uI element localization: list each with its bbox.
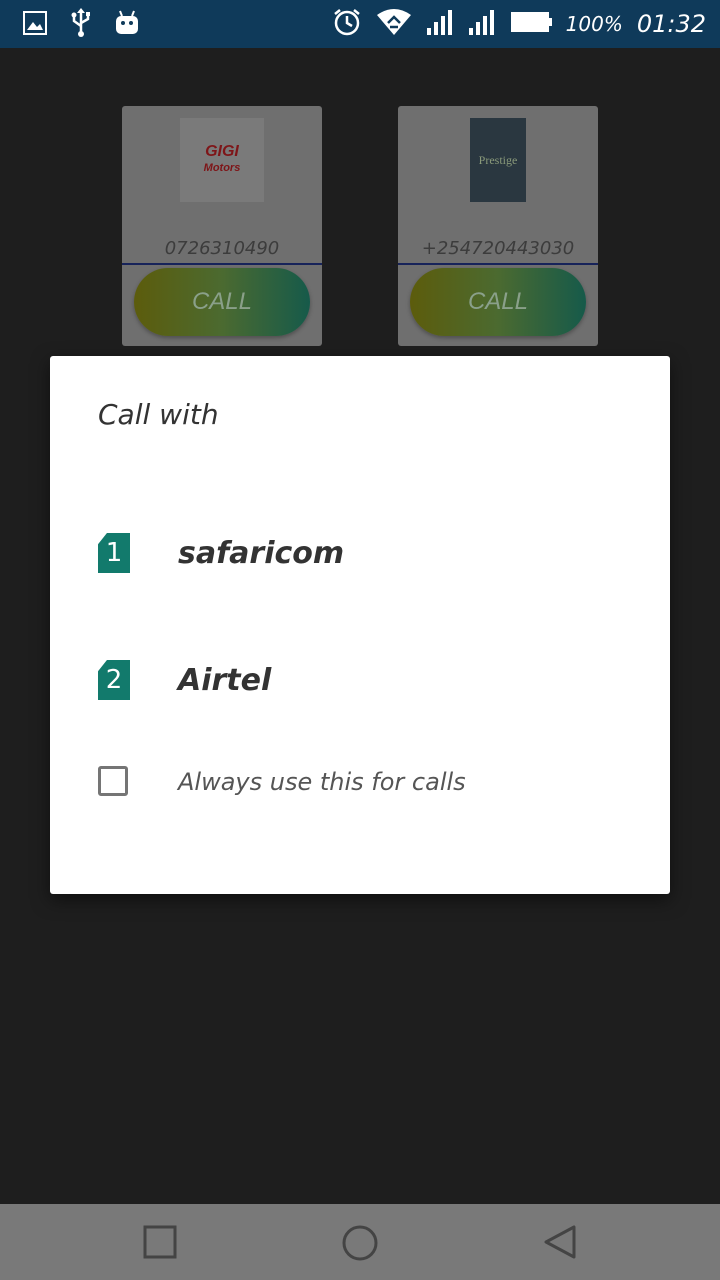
phone-number: +254720443030 (421, 238, 575, 259)
status-bar-left (22, 8, 140, 42)
contact-card: Prestige +254720443030 CALL (398, 106, 598, 346)
usb-icon (70, 8, 92, 42)
company-logo: GIGI Motors (180, 118, 264, 202)
image-icon (22, 10, 48, 40)
call-button[interactable]: CALL (410, 268, 586, 336)
sim-option-safaricom[interactable]: 1 safaricom (50, 508, 670, 598)
battery-icon (510, 11, 552, 37)
sim-option-label: Airtel (178, 662, 272, 698)
call-button[interactable]: CALL (134, 268, 310, 336)
divider (122, 263, 322, 265)
status-bar-right: 100% 01:32 (332, 6, 706, 42)
clock: 01:32 (636, 10, 706, 38)
contact-card: GIGI Motors 0726310490 CALL (122, 106, 322, 346)
dialog-title: Call with (98, 398, 219, 431)
home-icon[interactable] (341, 1224, 378, 1261)
always-use-label[interactable]: Always use this for calls (178, 768, 466, 796)
wifi-icon (376, 7, 412, 41)
sim-2-icon: 2 (98, 660, 130, 700)
battery-percent: 100% (565, 12, 623, 36)
sim-1-icon: 1 (98, 533, 130, 573)
always-use-checkbox[interactable] (98, 766, 128, 796)
divider (398, 263, 598, 265)
navigation-bar (0, 1204, 720, 1280)
status-bar: 100% 01:32 (0, 0, 720, 48)
company-logo: Prestige (470, 118, 526, 202)
back-icon[interactable] (542, 1224, 578, 1260)
android-icon (114, 10, 140, 40)
sim-option-label: safaricom (178, 535, 345, 571)
phone-number: 0726310490 (164, 238, 280, 259)
signal-icon (426, 8, 454, 40)
call-with-dialog: Call with 1 safaricom 2 Airtel Always us… (50, 356, 670, 894)
sim-option-airtel[interactable]: 2 Airtel (50, 635, 670, 725)
signal-icon (468, 8, 496, 40)
alarm-icon (332, 7, 362, 41)
recents-icon[interactable] (142, 1224, 178, 1260)
